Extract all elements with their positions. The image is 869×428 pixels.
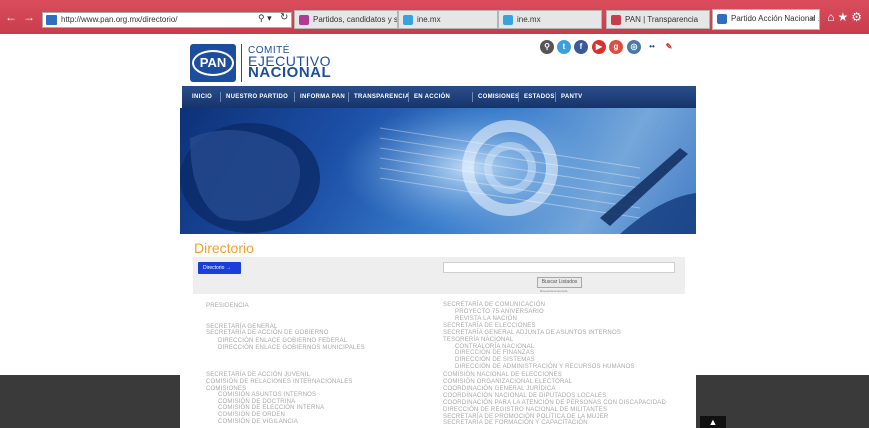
nav-item-inicio[interactable]: INICIO (192, 86, 212, 108)
directory-link[interactable]: SECRETARÍA DE ACCIÓN JUVENIL (206, 372, 310, 378)
pan-logo[interactable]: PAN (190, 44, 236, 82)
page-title: Directorio (194, 240, 254, 256)
settings-gear-icon[interactable]: ⚙ (851, 10, 865, 24)
advanced-search-link[interactable]: Búsqueda Avanzada (540, 289, 567, 293)
home-icon[interactable]: ⌂ (827, 10, 837, 24)
youtube-icon[interactable]: ▶ (592, 40, 606, 54)
facebook-icon[interactable]: f (574, 40, 588, 54)
nav-separator (294, 92, 295, 102)
directory-link[interactable]: COMISIÓN DE RELACIONES INTERNACIONALES (206, 379, 353, 385)
directory-link[interactable]: DIRECCIÓN DE REGISTRO NACIONAL DE MILITA… (443, 407, 607, 413)
nav-separator (555, 92, 556, 102)
googleplus-icon[interactable]: g (609, 40, 623, 54)
search-listings-button[interactable]: Buscar Listados (537, 277, 582, 288)
logo-divider (241, 44, 242, 82)
directory-link[interactable]: COORDINACIÓN NACIONAL DE DIPUTADOS LOCAL… (443, 393, 606, 399)
nav-separator (518, 92, 519, 102)
logo-text-nacional: NACIONAL (248, 64, 332, 81)
refresh-icon[interactable]: ↻ (280, 12, 288, 23)
tab-favicon-icon (503, 15, 513, 25)
directory-link[interactable]: SECRETARÍA DE ELECCIONES (443, 323, 536, 329)
directory-link[interactable]: COORDINACIÓN PARA LA ATENCIÓN DE PERSONA… (443, 400, 666, 406)
tab-favicon-icon (403, 15, 413, 25)
directory-link[interactable]: COMISIÓN DE ORDEN (218, 412, 285, 418)
browser-toolbar: ← → http://www.pan.org.mx/directorio/ ⚲ … (0, 0, 869, 34)
favorites-star-icon[interactable]: ★ (837, 10, 851, 24)
address-url: http://www.pan.org.mx/directorio/ (61, 15, 178, 24)
directory-link[interactable]: COMISIÓN ASUNTOS INTERNOS (218, 392, 316, 398)
nav-item-estados[interactable]: ESTADOS (524, 86, 555, 108)
instagram-icon[interactable]: ◎ (627, 40, 641, 54)
directory-link[interactable]: DIRECCIÓN DE ADMINISTRACIÓN Y RECURSOS H… (455, 364, 635, 370)
search-icon[interactable]: ⚲ (540, 40, 554, 54)
search-dropdown-icon[interactable]: ⚲ ▾ (258, 13, 272, 24)
twitter-icon[interactable]: t (557, 40, 571, 54)
nav-item-pantv[interactable]: PANTV (561, 86, 582, 108)
directory-link[interactable]: DIRECCIÓN ENLACE GOBIERNO FEDERAL (218, 338, 347, 344)
tab-label: PAN | Transparencia (625, 15, 699, 24)
directory-link[interactable]: COMISIÓN ORGANIZACIONAL ELECTORAL (443, 379, 572, 385)
tab-label: ine.mx (517, 15, 541, 24)
directory-link[interactable]: SECRETARÍA GENERAL ADJUNTA DE ASUNTOS IN… (443, 330, 621, 336)
browser-actions: ⌂★⚙ (827, 10, 865, 24)
directory-link[interactable]: COMISIÓN DE ELECCIÓN INTERNA (218, 405, 324, 411)
directory-link[interactable]: COORDINACIÓN GENERAL JURÍDICA (443, 386, 556, 392)
pan-icon[interactable]: ✎ (662, 40, 676, 54)
directory-link[interactable]: TESORERÍA NACIONAL (443, 337, 513, 343)
address-bar[interactable]: http://www.pan.org.mx/directorio/ (42, 12, 292, 28)
nav-separator (472, 92, 473, 102)
nav-item-comisiones[interactable]: COMISIONES (478, 86, 519, 108)
directory-link[interactable]: SECRETARÍA DE COMUNICACIÓN (443, 302, 545, 308)
search-input[interactable] (443, 262, 675, 273)
logo-mark: PAN (192, 50, 234, 76)
flickr-icon[interactable]: •• (645, 40, 659, 54)
nav-separator (408, 92, 409, 102)
nav-item-transparencia[interactable]: TRANSPARENCIA (354, 86, 409, 108)
scroll-to-top-button[interactable]: ▲ (700, 416, 726, 428)
nav-separator (348, 92, 349, 102)
nav-item-informa-pan[interactable]: INFORMA PAN (300, 86, 345, 108)
tab-pan-active[interactable]: Partido Acción Nacional ... × (712, 9, 820, 30)
directory-link[interactable]: DIRECCIÓN ENLACE GOBIERNOS MUNICIPALES (218, 345, 365, 351)
close-tab-icon[interactable]: × (810, 10, 815, 27)
forward-icon[interactable]: → (22, 10, 36, 24)
directory-link[interactable]: SECRETARÍA DE FORMACIÓN Y CAPACITACIÓN (443, 420, 588, 426)
directory-link[interactable]: REVISTA LA NACIÓN (455, 316, 517, 322)
tab-transparencia[interactable]: PAN | Transparencia (606, 10, 710, 29)
directory-link[interactable]: COMISIÓN DE VIGILANCIA (218, 419, 298, 425)
tab-label: Partido Acción Nacional ... (731, 14, 820, 23)
nav-separator (220, 92, 221, 102)
main-navigation: INICIO NUESTRO PARTIDO INFORMA PAN TRANSPAR… (182, 86, 696, 108)
site-favicon-icon (46, 15, 57, 25)
directory-link[interactable]: PRESIDENCIA (206, 303, 249, 309)
header-banner-image (180, 108, 696, 234)
directory-link[interactable]: PROYECTO 75 ANIVERSARIO (455, 309, 544, 315)
tab-favicon-icon (717, 14, 727, 24)
directory-button[interactable]: Directorio → (198, 262, 241, 274)
tab-favicon-icon (299, 15, 309, 25)
directory-link[interactable]: DIRECCIÓN DE SISTEMAS (455, 357, 535, 363)
directory-link[interactable]: DIRECCIÓN DE FINANZAS (455, 350, 534, 356)
nav-item-en-acci-n[interactable]: EN ACCIÓN (414, 86, 450, 108)
directory-link[interactable]: COMISIÓN NACIONAL DE ELECCIONES (443, 372, 562, 378)
tab-partidos[interactable]: Partidos, candidatos y sus ca... (294, 10, 398, 29)
tab-label: Partidos, candidatos y sus ca... (313, 15, 398, 24)
tab-ine-1[interactable]: ine.mx (398, 10, 498, 29)
back-icon[interactable]: ← (4, 10, 18, 24)
nav-item-nuestro-partido[interactable]: NUESTRO PARTIDO (226, 86, 288, 108)
tab-label: ine.mx (417, 15, 441, 24)
directory-link[interactable]: SECRETARÍA DE ACCIÓN DE GOBIERNO (206, 330, 329, 336)
tab-ine-2[interactable]: ine.mx (498, 10, 602, 29)
tab-favicon-icon (611, 15, 621, 25)
